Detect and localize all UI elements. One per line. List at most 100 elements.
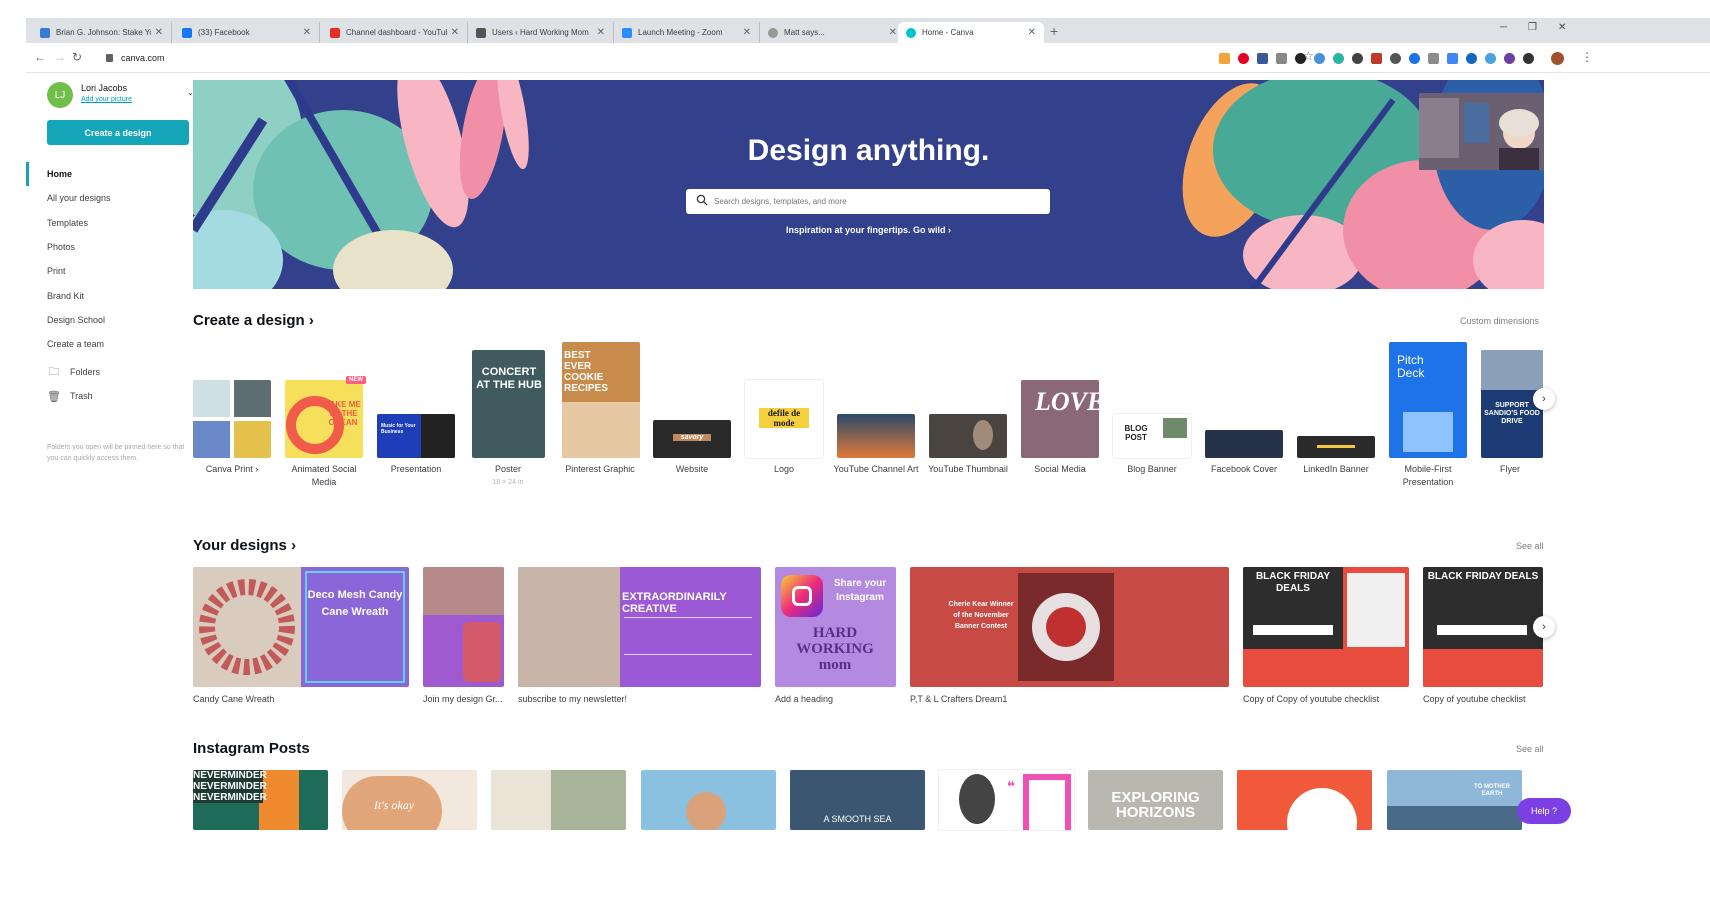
design-type-blog-banner[interactable]: BLOG POST bbox=[1113, 414, 1191, 458]
help-button[interactable]: Help ? bbox=[1517, 798, 1571, 824]
browser-tab[interactable]: Brian G. Johnson: Stake Your Cla✕ bbox=[32, 22, 172, 43]
instagram-template[interactable]: NEVERMINDER NEVERMINDER NEVERMINDER bbox=[193, 770, 328, 830]
extension-icon[interactable] bbox=[1466, 53, 1477, 64]
extension-icon[interactable] bbox=[1314, 53, 1325, 64]
next-arrow-icon[interactable]: › bbox=[1533, 616, 1555, 638]
next-arrow-icon[interactable]: › bbox=[1533, 388, 1555, 410]
close-icon[interactable]: ✕ bbox=[1028, 27, 1036, 38]
trash-icon: 🗑 bbox=[47, 390, 61, 403]
instagram-template[interactable]: TO MOTHER EARTH bbox=[1387, 770, 1522, 830]
extension-icon[interactable] bbox=[1409, 53, 1420, 64]
sidebar-item-all-designs[interactable]: All your designs bbox=[26, 186, 206, 210]
sidebar-item-print[interactable]: Print bbox=[26, 259, 206, 283]
instagram-template[interactable]: ❝ bbox=[939, 770, 1074, 830]
design-type-social-media[interactable]: LOVE bbox=[1021, 380, 1099, 458]
design-type-logo[interactable]: defile de mode bbox=[745, 380, 823, 458]
sidebar-item-photos[interactable]: Photos bbox=[26, 235, 206, 259]
search-input[interactable] bbox=[686, 189, 1050, 214]
sidebar-item-templates[interactable]: Templates bbox=[26, 211, 206, 235]
extension-icon[interactable] bbox=[1257, 53, 1268, 64]
design-type-pinterest[interactable]: BEST EVER COOKIE RECIPES bbox=[562, 342, 640, 458]
see-all-designs-link[interactable]: See all bbox=[1516, 541, 1544, 551]
extension-icon[interactable] bbox=[1352, 53, 1363, 64]
design-type-website[interactable]: savory bbox=[653, 420, 731, 458]
see-all-instagram-link[interactable]: See all bbox=[1516, 744, 1544, 754]
design-title: Copy of youtube checklist bbox=[1423, 694, 1526, 704]
your-designs-heading[interactable]: Your designs › bbox=[193, 537, 296, 554]
design-crafters-dream[interactable]: Cherie Kear Winner of the November Banne… bbox=[910, 567, 1229, 687]
menu-dots-icon[interactable]: ⋮ bbox=[1581, 50, 1593, 64]
inspiration-link[interactable]: Inspiration at your fingertips. Go wild … bbox=[193, 225, 1544, 235]
instagram-template[interactable]: EXPLORING HORIZONS bbox=[1088, 770, 1223, 830]
extension-icon[interactable] bbox=[1295, 53, 1306, 64]
close-icon[interactable]: ✕ bbox=[303, 27, 311, 38]
pinterest-extension-icon[interactable] bbox=[1238, 53, 1249, 64]
design-type-linkedin-banner[interactable] bbox=[1297, 436, 1375, 458]
browser-tab[interactable]: (33) Facebook ✕ bbox=[174, 22, 320, 43]
close-icon[interactable]: ✕ bbox=[889, 27, 897, 38]
sidebar-item-design-school[interactable]: Design School bbox=[26, 308, 206, 332]
extension-icon[interactable] bbox=[1485, 53, 1496, 64]
close-icon[interactable]: ✕ bbox=[743, 27, 751, 38]
add-picture-link[interactable]: Add your picture bbox=[81, 96, 132, 103]
design-type-facebook-cover[interactable] bbox=[1205, 430, 1283, 458]
close-icon[interactable]: ✕ bbox=[597, 27, 605, 38]
create-design-heading[interactable]: Create a design › bbox=[193, 312, 314, 329]
back-icon[interactable]: ← bbox=[34, 50, 46, 64]
design-type-youtube-art[interactable] bbox=[837, 414, 915, 458]
sidebar-item-create-team[interactable]: Create a team bbox=[26, 332, 206, 356]
maximize-icon[interactable]: ❐ bbox=[1528, 22, 1537, 33]
design-copy-checklist[interactable]: BLACK FRIDAY DEALS bbox=[1423, 567, 1543, 687]
extension-icon[interactable] bbox=[1447, 53, 1458, 64]
avatar[interactable]: LJ bbox=[47, 82, 73, 108]
close-window-icon[interactable]: ✕ bbox=[1558, 22, 1566, 33]
extension-icon[interactable] bbox=[1333, 53, 1344, 64]
sidebar: LJ Lori Jacobs Add your picture ⌄ Create… bbox=[26, 74, 206, 900]
sidebar-item-brand-kit[interactable]: Brand Kit bbox=[26, 283, 206, 307]
instagram-template[interactable] bbox=[491, 770, 626, 830]
card-label: LinkedIn Banner bbox=[1303, 464, 1369, 474]
design-newsletter[interactable]: EXTRAORDINARILY CREATIVE bbox=[518, 567, 761, 687]
design-type-poster[interactable]: CONCERT AT THE HUB bbox=[472, 350, 545, 458]
browser-tab-active[interactable]: Home - Canva ✕ bbox=[898, 22, 1044, 43]
extension-icon[interactable] bbox=[1504, 53, 1515, 64]
new-tab-icon[interactable]: + bbox=[1050, 23, 1058, 39]
minimize-icon[interactable]: ─ bbox=[1500, 22, 1507, 33]
design-type-animated-social[interactable]: TAKE ME TO THE OCEAN bbox=[285, 380, 363, 458]
design-type-mobile-presentation[interactable]: Pitch Deck bbox=[1389, 342, 1467, 458]
sidebar-item-folders[interactable]: 🗀 Folders bbox=[47, 364, 101, 380]
instagram-template[interactable] bbox=[641, 770, 776, 830]
extension-icon[interactable] bbox=[1390, 53, 1401, 64]
design-copy-copy-checklist[interactable]: BLACK FRIDAY DEALS bbox=[1243, 567, 1409, 687]
custom-dimensions-link[interactable]: Custom dimensions bbox=[1460, 316, 1539, 326]
design-type-presentation[interactable]: Music for Your Business bbox=[377, 414, 455, 458]
sidebar-item-home[interactable]: Home bbox=[26, 162, 206, 187]
instagram-template[interactable]: It's okay bbox=[342, 770, 477, 830]
close-icon[interactable]: ✕ bbox=[451, 27, 459, 38]
design-add-heading[interactable]: Share your Instagram HARD WORKING mom bbox=[775, 567, 896, 687]
design-title: Candy Cane Wreath bbox=[193, 694, 275, 704]
design-type-canva-print[interactable] bbox=[193, 380, 271, 458]
extension-icon[interactable] bbox=[1428, 53, 1439, 64]
card-label: Blog Banner bbox=[1127, 464, 1177, 474]
close-icon[interactable]: ✕ bbox=[155, 27, 163, 38]
create-design-button[interactable]: Create a design bbox=[47, 120, 189, 145]
design-candy-cane-wreath[interactable]: Deco Mesh Candy Cane Wreath bbox=[193, 567, 409, 687]
browser-tab[interactable]: Matt says... ✕ bbox=[760, 22, 906, 43]
browser-tab[interactable]: Channel dashboard - YouTube St✕ bbox=[322, 22, 468, 43]
extension-icon[interactable] bbox=[1276, 53, 1287, 64]
sidebar-item-trash[interactable]: 🗑 Trash bbox=[47, 388, 93, 404]
instagram-template[interactable] bbox=[1237, 770, 1372, 830]
design-type-youtube-thumbnail[interactable] bbox=[929, 414, 1007, 458]
reload-icon[interactable]: ↻ bbox=[72, 50, 82, 64]
address-bar[interactable]: canva.com bbox=[106, 48, 1336, 68]
forward-icon[interactable]: → bbox=[54, 50, 66, 64]
extension-icon[interactable] bbox=[1371, 53, 1382, 64]
browser-tab[interactable]: Launch Meeting - Zoom ✕ bbox=[614, 22, 760, 43]
extension-icon[interactable] bbox=[1523, 53, 1534, 64]
extension-icon[interactable] bbox=[1219, 53, 1230, 64]
instagram-template[interactable]: A SMOOTH SEA bbox=[790, 770, 925, 830]
browser-tab[interactable]: Users ‹ Hard Working Mom ✕ bbox=[468, 22, 614, 43]
profile-avatar-icon[interactable] bbox=[1551, 52, 1564, 65]
design-join-group[interactable] bbox=[423, 567, 504, 687]
